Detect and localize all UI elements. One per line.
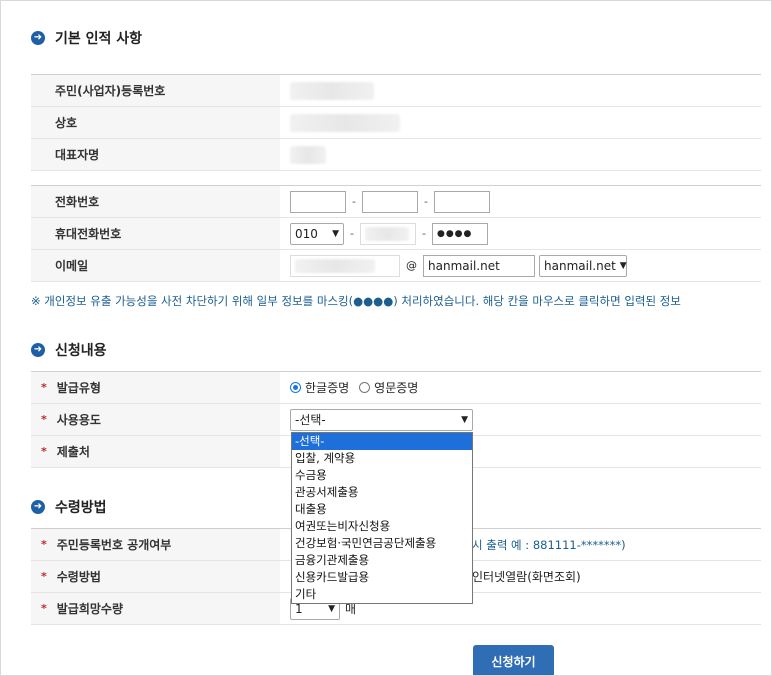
masked-mobile-middle [364, 226, 409, 241]
required-asterisk: * [41, 413, 47, 426]
label-purpose: 사용용도 [56, 413, 101, 427]
section-title-receive: ➜ 수령방법 [31, 497, 107, 517]
apply-button[interactable]: 신청하기 [473, 645, 554, 675]
label-company-name: 상호 [31, 107, 280, 138]
dropdown-option[interactable]: 관공서제출용 [292, 484, 472, 501]
radio-english[interactable]: 영문증명 [359, 379, 418, 396]
dropdown-option[interactable]: 입찰, 계약용 [292, 450, 472, 467]
label-representative: 대표자명 [31, 139, 280, 170]
mobile-prefix-select[interactable]: 010 ▼ [290, 222, 344, 245]
dropdown-option[interactable]: 신용카드발급용 [292, 569, 472, 586]
row-mobile: 휴대전화번호 010 ▼ - - ●●●● [31, 218, 761, 250]
label-phone: 전화번호 [31, 186, 280, 217]
dropdown-option[interactable]: 수금용 [292, 467, 472, 484]
label-email: 이메일 [31, 250, 280, 281]
email-id-input[interactable] [290, 254, 400, 277]
masked-company-name [290, 113, 400, 132]
label-registration-number: 주민(사업자)등록번호 [31, 75, 280, 106]
radio-checked-icon [290, 382, 301, 393]
section-title-request-text: 신청내용 [55, 343, 107, 359]
chevron-down-icon: ▼ [332, 228, 339, 239]
row-phone: 전화번호 - - [31, 186, 761, 218]
email-domain-input[interactable]: hanmail.net [423, 254, 535, 277]
mobile-prefix-value: 010 [295, 226, 318, 241]
basic-info-table: 주민(사업자)등록번호 상호 대표자명 [31, 74, 761, 171]
row-issue-type: * 발급유형 한글증명 영문증명 [31, 372, 761, 404]
dash: - [421, 227, 426, 240]
label-mobile: 휴대전화번호 [31, 218, 280, 249]
dropdown-option[interactable]: 금융기관제출용 [292, 552, 472, 569]
arrow-right-icon: ➜ [31, 343, 45, 357]
section-title-request: ➜ 신청내용 [31, 340, 107, 360]
required-asterisk: * [41, 445, 47, 458]
radio-english-label: 영문증명 [374, 381, 419, 395]
chevron-down-icon: ▼ [619, 260, 627, 271]
label-issue-type: 발급유형 [56, 381, 101, 395]
masked-representative [290, 145, 326, 164]
required-asterisk: * [41, 538, 47, 551]
chevron-down-icon: ▼ [461, 414, 468, 425]
mobile-middle-input[interactable] [359, 222, 416, 245]
email-domain-select[interactable]: hanmail.net ▼ [539, 254, 627, 277]
label-method: 수령방법 [56, 570, 101, 584]
dash: - [423, 195, 428, 208]
row-company-name: 상호 [31, 107, 761, 139]
radio-unchecked-icon [359, 382, 371, 393]
application-form: ➜ 기본 인적 사항 주민(사업자)등록번호 상호 대표자명 전화번호 - - [0, 0, 772, 676]
required-asterisk: * [41, 570, 47, 583]
radio-korean-label: 한글증명 [305, 381, 350, 395]
masked-registration-number [290, 81, 374, 100]
masking-notice: ※ 개인정보 유출 가능성을 사전 차단하기 위해 일부 정보를 마스킹(●●●… [31, 294, 681, 308]
row-representative: 대표자명 [31, 139, 761, 171]
dropdown-option[interactable]: 여권또는비자신청용 [292, 518, 472, 535]
phone-input-2[interactable] [361, 190, 418, 213]
mobile-last-input[interactable]: ●●●● [431, 222, 488, 245]
phone-input-3[interactable] [433, 190, 490, 213]
chevron-down-icon: ▼ [328, 603, 335, 614]
dash: - [350, 227, 354, 240]
phone-input-1[interactable] [290, 190, 346, 213]
contact-table: 전화번호 - - 휴대전화번호 010 ▼ - - ●●●● 이메일 @ han… [31, 185, 761, 282]
disclose-note: 시 출력 예 : 881111-*******) [472, 537, 626, 552]
purpose-dropdown-list: -선택- 입찰, 계약용 수금용 관공서제출용 대출용 여권또는비자신청용 건강… [291, 432, 473, 604]
dropdown-option[interactable]: 기타 [292, 586, 472, 603]
required-asterisk: * [41, 381, 47, 394]
dropdown-option[interactable]: -선택- [292, 433, 472, 450]
masked-email-id [295, 258, 375, 273]
arrow-right-icon: ➜ [31, 500, 45, 514]
dropdown-option[interactable]: 대출용 [292, 501, 472, 518]
radio-korean[interactable]: 한글증명 [290, 379, 349, 396]
row-email: 이메일 @ hanmail.net hanmail.net ▼ [31, 250, 761, 282]
section-title-basic-text: 기본 인적 사항 [55, 31, 143, 47]
dropdown-option[interactable]: 건강보험·국민연금공단제출용 [292, 535, 472, 552]
arrow-right-icon: ➜ [31, 31, 45, 45]
purpose-select-value: -선택- [295, 413, 326, 427]
email-domain-select-value: hanmail.net [544, 258, 616, 273]
purpose-select[interactable]: -선택- ▼ [290, 408, 473, 431]
email-at-sign: @ [406, 259, 417, 272]
required-asterisk: * [41, 602, 47, 615]
section-title-basic: ➜ 기본 인적 사항 [31, 28, 142, 48]
label-disclose: 주민등록번호 공개여부 [56, 538, 172, 552]
label-quantity: 발급희망수량 [56, 602, 124, 616]
method-note: 인터넷열람(화면조회) [472, 570, 581, 584]
label-submit-to: 제출처 [56, 445, 90, 459]
section-title-receive-text: 수령방법 [55, 500, 107, 516]
dash: - [352, 195, 356, 208]
row-registration-number: 주민(사업자)등록번호 [31, 75, 761, 107]
